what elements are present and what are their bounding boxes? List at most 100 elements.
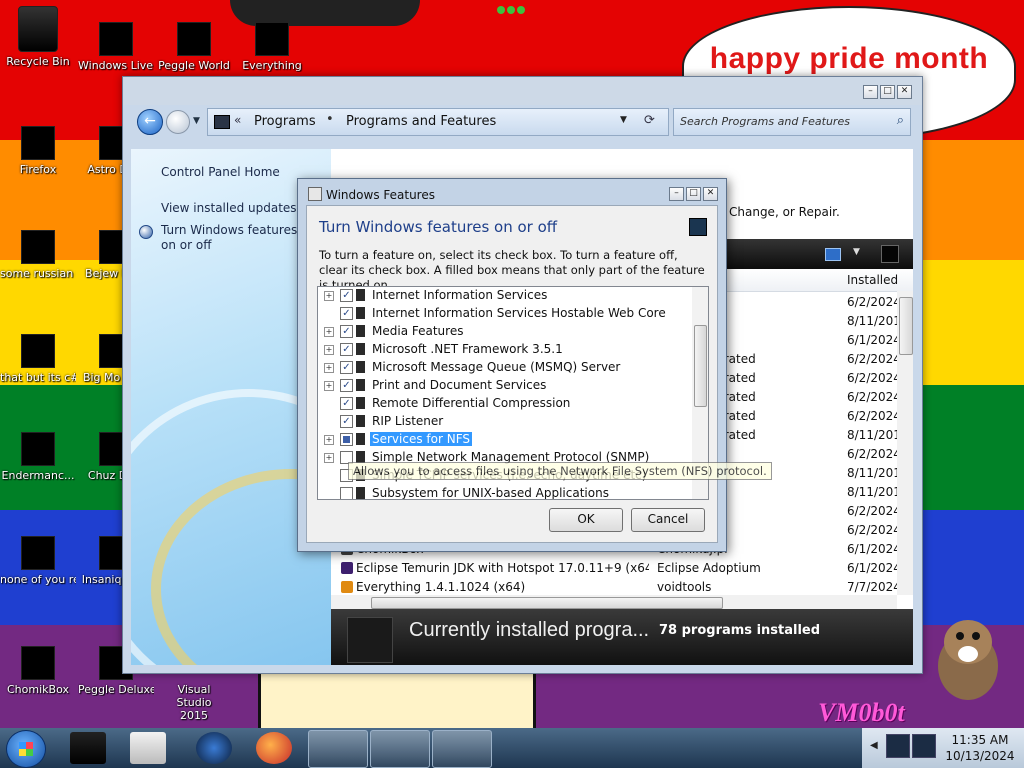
- feature-checkbox[interactable]: [340, 433, 353, 446]
- folder-icon: [356, 433, 365, 445]
- desktop-icon-windows-live[interactable]: Windows Live Ma...: [78, 22, 154, 72]
- desktop-icon-enderman[interactable]: Endermanc...: [0, 432, 76, 482]
- expand-icon[interactable]: +: [324, 435, 334, 445]
- program-installed-date: 6/2/2024: [847, 409, 897, 423]
- chevron-left-icon[interactable]: «: [234, 113, 241, 127]
- scroll-thumb[interactable]: [694, 325, 707, 407]
- terminal-icon[interactable]: [70, 732, 106, 764]
- recent-pages-dropdown[interactable]: ▼: [193, 116, 200, 126]
- ok-button[interactable]: OK: [549, 508, 623, 532]
- feature-label: Internet Information Services Hostable W…: [372, 306, 666, 320]
- desktop-icon-everything[interactable]: Everything: [234, 22, 310, 72]
- feature-checkbox[interactable]: ✓: [340, 325, 353, 338]
- program-installed-date: 6/1/2024: [847, 542, 897, 556]
- program-installed-date: 6/2/2024: [847, 447, 897, 461]
- control-panel-home-link[interactable]: Control Panel Home: [161, 165, 280, 179]
- feature-item[interactable]: + ✓ Internet Information Services: [318, 287, 690, 305]
- maximize-button[interactable]: □: [686, 187, 701, 201]
- feature-item[interactable]: ✓ Remote Differential Compression: [318, 395, 690, 413]
- feature-item[interactable]: + ✓ Print and Document Services: [318, 377, 690, 395]
- window-titlebar[interactable]: [123, 77, 922, 105]
- breadcrumb-separator[interactable]: •: [326, 112, 334, 127]
- scroll-thumb[interactable]: [899, 297, 913, 355]
- expand-icon[interactable]: +: [324, 291, 334, 301]
- feature-item[interactable]: + ✓ Microsoft .NET Framework 3.5.1: [318, 341, 690, 359]
- dialog-title[interactable]: Windows Features: [308, 187, 435, 202]
- desktop-icon-csharp[interactable]: that but its c#: [0, 334, 76, 384]
- address-dropdown-icon[interactable]: ▼: [620, 115, 627, 125]
- feature-checkbox[interactable]: ✓: [340, 307, 353, 320]
- desktop-icon-none-of-you[interactable]: none of you retards kno...: [0, 536, 76, 586]
- column-installed[interactable]: Installed: [847, 273, 898, 287]
- start-button[interactable]: [6, 730, 46, 768]
- turn-windows-features-link[interactable]: Turn Windows features on or off: [161, 223, 311, 253]
- action-center-icon[interactable]: [912, 734, 936, 758]
- feature-item[interactable]: ✓ RIP Listener: [318, 413, 690, 431]
- forward-button[interactable]: [166, 110, 190, 134]
- view-installed-updates-link[interactable]: View installed updates: [161, 201, 297, 215]
- desktop-icon-chomikbox[interactable]: ChomikBox: [0, 646, 76, 696]
- search-input[interactable]: Search Programs and Features ⌕: [673, 108, 911, 136]
- feature-checkbox[interactable]: ✓: [340, 397, 353, 410]
- feature-item[interactable]: + Services for NFS: [318, 431, 690, 449]
- tray-expand-icon[interactable]: ◀: [870, 740, 878, 751]
- programs-count: 78 programs installed: [659, 623, 821, 638]
- everything-icon: [255, 22, 289, 56]
- program-installed-date: 8/11/2017: [847, 466, 897, 480]
- expand-icon[interactable]: +: [324, 363, 334, 373]
- feature-label: Remote Differential Compression: [372, 396, 571, 410]
- feature-item[interactable]: Subsystem for UNIX-based Applications: [318, 485, 690, 499]
- browser-icon[interactable]: [196, 732, 232, 764]
- horizontal-scrollbar[interactable]: [331, 595, 897, 609]
- expand-icon[interactable]: +: [324, 381, 334, 391]
- expand-icon[interactable]: +: [324, 327, 334, 337]
- feature-checkbox[interactable]: ✓: [340, 379, 353, 392]
- maximize-button[interactable]: □: [880, 85, 895, 99]
- refresh-icon[interactable]: ⟳: [644, 113, 655, 128]
- breadcrumb-programs[interactable]: Programs: [254, 114, 316, 129]
- feature-item[interactable]: ✓ Internet Information Services Hostable …: [318, 305, 690, 323]
- feature-label: Microsoft .NET Framework 3.5.1: [372, 342, 563, 356]
- expand-icon[interactable]: +: [324, 453, 334, 463]
- close-button[interactable]: ✕: [703, 187, 718, 201]
- search-icon[interactable]: ⌕: [897, 113, 904, 128]
- peggle-world-icon: [177, 22, 211, 56]
- windows-features-icon: [308, 187, 322, 201]
- help-icon[interactable]: [881, 245, 899, 263]
- breadcrumb-programs-and-features[interactable]: Programs and Features: [346, 114, 496, 129]
- close-button[interactable]: ✕: [897, 85, 912, 99]
- taskbar-item-programs[interactable]: [370, 730, 430, 768]
- network-icon[interactable]: [886, 734, 910, 758]
- view-icon[interactable]: [825, 248, 841, 261]
- feature-item[interactable]: + ✓ Microsoft Message Queue (MSMQ) Server: [318, 359, 690, 377]
- expand-icon[interactable]: +: [324, 345, 334, 355]
- taskbar-item-chomikbox[interactable]: [308, 730, 368, 768]
- firefox-icon[interactable]: [256, 732, 292, 764]
- program-installed-date: 6/2/2024: [847, 390, 897, 404]
- dialog-window-controls: – □ ✕: [669, 187, 718, 201]
- scroll-thumb[interactable]: [371, 597, 723, 609]
- desktop-icon-firefox[interactable]: Firefox: [0, 126, 76, 176]
- desktop-icon-peggle-world[interactable]: Peggle World: [156, 22, 232, 72]
- view-dropdown-icon[interactable]: ▼: [853, 247, 860, 257]
- desktop-icon-russian[interactable]: some russian ran a rat: [0, 230, 76, 280]
- taskbar-item-features[interactable]: [432, 730, 492, 768]
- help-icon[interactable]: [689, 218, 707, 236]
- folder-icon: [356, 379, 365, 391]
- minimize-button[interactable]: –: [863, 85, 878, 99]
- feature-item[interactable]: + ✓ Media Features: [318, 323, 690, 341]
- feature-checkbox[interactable]: [340, 487, 353, 499]
- feature-checkbox[interactable]: ✓: [340, 415, 353, 428]
- feature-checkbox[interactable]: ✓: [340, 289, 353, 302]
- back-button[interactable]: ←: [137, 109, 163, 135]
- table-row[interactable]: Eclipse Temurin JDK with Hotspot 17.0.11…: [331, 559, 897, 578]
- feature-checkbox[interactable]: ✓: [340, 343, 353, 356]
- clock[interactable]: 11:35 AM 10/13/2024: [940, 732, 1020, 764]
- minimize-button[interactable]: –: [669, 187, 684, 201]
- address-field[interactable]: « Programs • Programs and Features ▼ ⟳: [207, 108, 669, 136]
- desktop-icon-recycle-bin[interactable]: Recycle Bin: [0, 6, 76, 68]
- vertical-scrollbar[interactable]: [897, 291, 913, 595]
- feature-checkbox[interactable]: ✓: [340, 361, 353, 374]
- media-player-icon[interactable]: [130, 732, 166, 764]
- cancel-button[interactable]: Cancel: [631, 508, 705, 532]
